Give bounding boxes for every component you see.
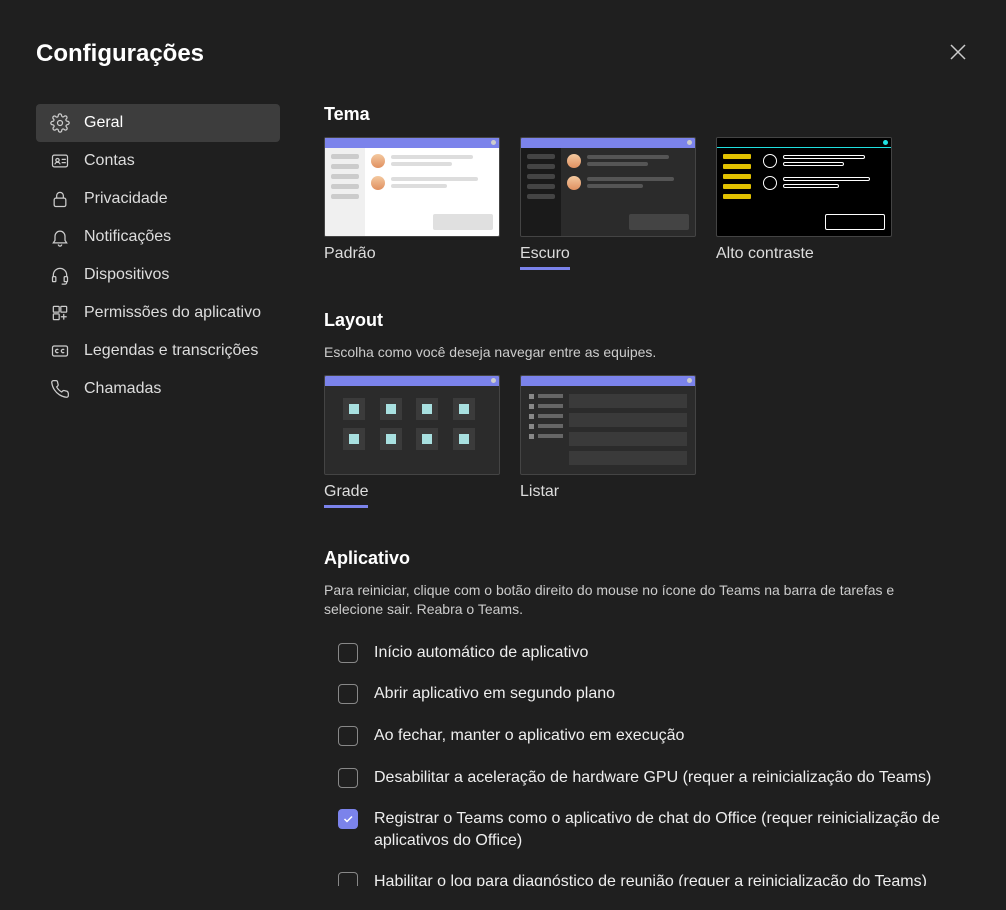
cc-icon <box>50 341 70 361</box>
gear-icon <box>50 113 70 133</box>
app-checkboxes: Início automático de aplicativo Abrir apl… <box>324 632 962 886</box>
app-heading: Aplicativo <box>324 548 962 569</box>
checkbox[interactable] <box>338 726 358 746</box>
checkbox[interactable] <box>338 872 358 886</box>
theme-options: Padrão Escuro Alto contraste <box>324 137 962 270</box>
app-desc: Para reiniciar, clique com o botão direi… <box>324 581 924 620</box>
sidebar-item-label: Contas <box>84 152 135 170</box>
sidebar-item-label: Dispositivos <box>84 266 169 284</box>
sidebar-item-contas[interactable]: Contas <box>36 142 280 180</box>
sidebar-item-notificações[interactable]: Notificações <box>36 218 280 256</box>
theme-option-dark[interactable]: Escuro <box>520 137 696 270</box>
checkbox-label: Desabilitar a aceleração de hardware GPU… <box>374 767 931 789</box>
headset-icon <box>50 265 70 285</box>
layout-option-grid[interactable]: Grade <box>324 375 500 508</box>
checkbox[interactable] <box>338 768 358 788</box>
checkbox[interactable] <box>338 684 358 704</box>
app-section: Aplicativo Para reiniciar, clique com o … <box>324 548 962 886</box>
sidebar-item-dispositivos[interactable]: Dispositivos <box>36 256 280 294</box>
sidebar: Geral Contas Privacidade Notificações Dispos… <box>36 104 280 886</box>
sidebar-item-geral[interactable]: Geral <box>36 104 280 142</box>
main-panel: Tema Padrão Escuro Alto contraste Layout E… <box>324 104 970 886</box>
sidebar-item-label: Geral <box>84 114 123 132</box>
sidebar-item-legendas-e-transcrições[interactable]: Legendas e transcrições <box>36 332 280 370</box>
id-card-icon <box>50 151 70 171</box>
close-button[interactable] <box>946 40 970 64</box>
sidebar-item-label: Permissões do aplicativo <box>84 304 261 322</box>
layout-option-label: Listar <box>520 483 559 501</box>
bell-icon <box>50 227 70 247</box>
sidebar-item-label: Legendas e transcrições <box>84 342 258 360</box>
layout-heading: Layout <box>324 310 962 331</box>
theme-option-label: Padrão <box>324 245 376 263</box>
layout-desc: Escolha como você deseja navegar entre a… <box>324 343 962 363</box>
theme-option-hc[interactable]: Alto contraste <box>716 137 892 270</box>
sidebar-item-permissões-do-aplicativo[interactable]: Permissões do aplicativo <box>36 294 280 332</box>
checkbox-label: Registrar o Teams como o aplicativo de c… <box>374 808 962 851</box>
sidebar-item-chamadas[interactable]: Chamadas <box>36 370 280 408</box>
checkbox-label: Abrir aplicativo em segundo plano <box>374 683 615 705</box>
checkbox-label: Início automático de aplicativo <box>374 642 588 664</box>
checkbox-row[interactable]: Desabilitar a aceleração de hardware GPU… <box>324 757 962 799</box>
sidebar-item-label: Privacidade <box>84 190 168 208</box>
checkbox-row[interactable]: Abrir aplicativo em segundo plano <box>324 673 962 715</box>
page-title: Configurações <box>36 40 970 68</box>
checkbox-label: Habilitar o log para diagnóstico de reun… <box>374 871 927 886</box>
apps-icon <box>50 303 70 323</box>
content: Geral Contas Privacidade Notificações Dispos… <box>36 104 970 886</box>
close-icon <box>946 40 970 64</box>
sidebar-item-label: Notificações <box>84 228 171 246</box>
layout-section: Layout Escolha como você deseja navegar … <box>324 310 962 508</box>
sidebar-item-privacidade[interactable]: Privacidade <box>36 180 280 218</box>
layout-option-label: Grade <box>324 483 368 508</box>
checkbox-row[interactable]: Ao fechar, manter o aplicativo em execuç… <box>324 715 962 757</box>
lock-icon <box>50 189 70 209</box>
theme-option-label: Escuro <box>520 245 570 270</box>
checkbox[interactable] <box>338 643 358 663</box>
checkbox[interactable] <box>338 809 358 829</box>
checkbox-row[interactable]: Registrar o Teams como o aplicativo de c… <box>324 798 962 861</box>
layout-options: Grade Listar <box>324 375 962 508</box>
theme-option-light[interactable]: Padrão <box>324 137 500 270</box>
checkbox-row[interactable]: Habilitar o log para diagnóstico de reun… <box>324 861 962 886</box>
layout-option-list[interactable]: Listar <box>520 375 696 508</box>
checkbox-row[interactable]: Início automático de aplicativo <box>324 632 962 674</box>
phone-icon <box>50 379 70 399</box>
theme-section: Tema Padrão Escuro Alto contraste <box>324 104 962 270</box>
theme-heading: Tema <box>324 104 962 125</box>
sidebar-item-label: Chamadas <box>84 380 161 398</box>
checkbox-label: Ao fechar, manter o aplicativo em execuç… <box>374 725 684 747</box>
settings-window: Configurações Geral Contas Privacidade Noti… <box>0 0 1006 910</box>
theme-option-label: Alto contraste <box>716 245 814 263</box>
